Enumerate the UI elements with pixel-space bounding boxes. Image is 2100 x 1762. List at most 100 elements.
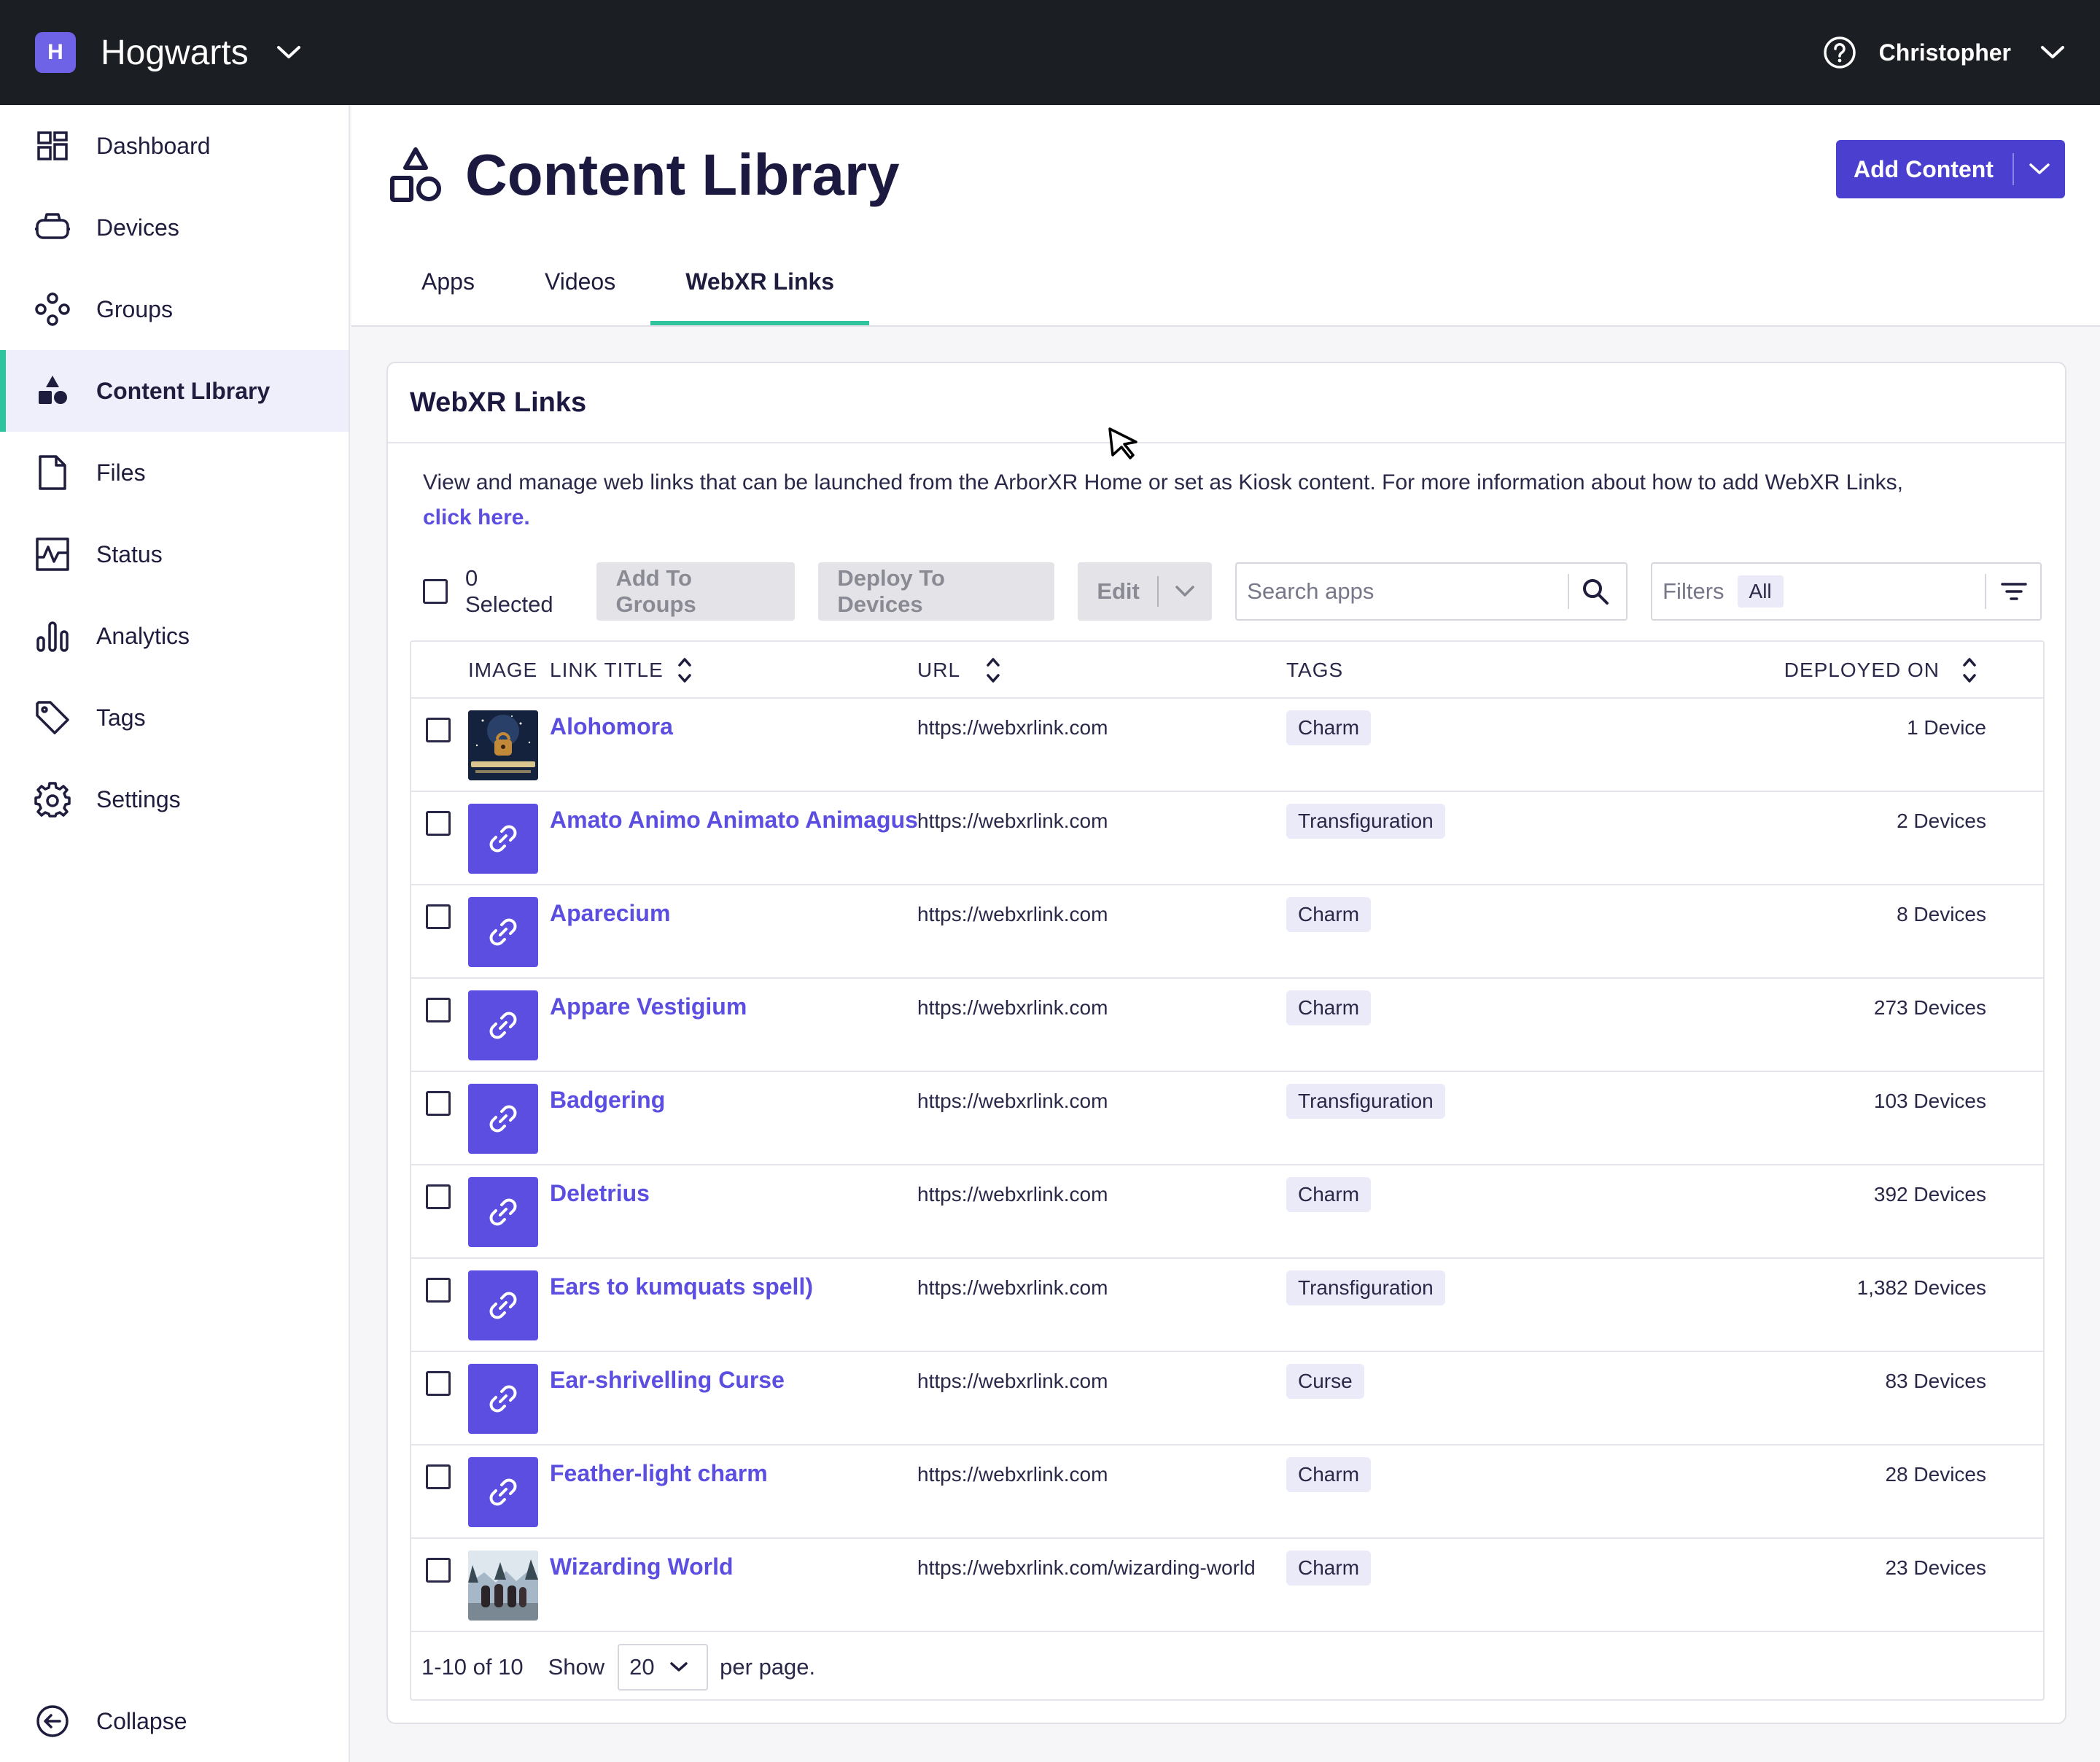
- link-url: https://webxrlink.com: [917, 1183, 1108, 1206]
- help-link[interactable]: click here.: [423, 505, 530, 529]
- row-checkbox[interactable]: [426, 1558, 451, 1583]
- sidebar-item-status[interactable]: Status: [0, 513, 349, 595]
- link-icon: [468, 1270, 538, 1340]
- col-url[interactable]: URL: [917, 642, 1001, 699]
- row-checkbox[interactable]: [426, 1371, 451, 1396]
- row-checkbox[interactable]: [426, 718, 451, 742]
- row-checkbox[interactable]: [426, 811, 451, 836]
- card-title: WebXR Links: [388, 363, 2065, 443]
- tab-videos[interactable]: Videos: [510, 238, 650, 325]
- webxr-links-card: WebXR Links View and manage web links th…: [386, 362, 2066, 1724]
- page-header: Content Library Add Content Apps Videos …: [351, 105, 2100, 327]
- chevron-down-icon[interactable]: [2029, 163, 2050, 176]
- sidebar-item-content-library[interactable]: Content LIbrary: [0, 350, 349, 432]
- deploy-to-devices-button[interactable]: Deploy To Devices: [818, 562, 1055, 621]
- filter-icon[interactable]: [1999, 581, 2029, 602]
- link-title[interactable]: Appare Vestigium: [550, 993, 747, 1020]
- groups-icon: [34, 290, 71, 328]
- link-title[interactable]: Badgering: [550, 1087, 665, 1114]
- org-badge[interactable]: H: [35, 32, 76, 73]
- add-to-groups-button[interactable]: Add To Groups: [596, 562, 796, 621]
- sort-icon[interactable]: [1961, 656, 1978, 685]
- edit-button[interactable]: Edit: [1078, 562, 1213, 621]
- sidebar-item-groups[interactable]: Groups: [0, 268, 349, 350]
- tab-apps[interactable]: Apps: [386, 238, 510, 325]
- shapes-icon: [34, 372, 71, 410]
- link-title[interactable]: Wizarding World: [550, 1553, 734, 1580]
- link-title[interactable]: Alohomora: [550, 713, 673, 740]
- row-checkbox[interactable]: [426, 1278, 451, 1303]
- search-box: [1235, 562, 1628, 621]
- row-checkbox[interactable]: [426, 998, 451, 1022]
- sort-icon[interactable]: [985, 656, 1001, 685]
- tag-badge: Charm: [1286, 710, 1372, 745]
- deployed-count: 1,382 Devices: [1856, 1276, 1986, 1299]
- sidebar-item-analytics[interactable]: Analytics: [0, 595, 349, 677]
- deployed-count: 8 Devices: [1897, 903, 1986, 925]
- sidebar-item-label: Status: [96, 540, 163, 567]
- tag-badge: Charm: [1286, 990, 1372, 1025]
- link-icon: [468, 1457, 538, 1527]
- table-row: Badgering https://webxrlink.com Transfigur…: [411, 1072, 2043, 1165]
- tag-icon: [34, 699, 71, 737]
- tab-webxr-links[interactable]: WebXR Links: [650, 238, 869, 325]
- row-checkbox[interactable]: [426, 1184, 451, 1209]
- tag-badge: Charm: [1286, 897, 1372, 932]
- collapse-button[interactable]: Collapse: [0, 1680, 349, 1762]
- link-url: https://webxrlink.com: [917, 903, 1108, 925]
- row-checkbox[interactable]: [426, 1464, 451, 1489]
- table-body: Alohomora https://webxrlink.com Charm 1 Dev…: [411, 699, 2043, 1632]
- table-row: Ears to kumquats spell) https://webxrlink…: [411, 1259, 2043, 1352]
- col-tags: TAGS: [1286, 659, 1344, 681]
- select-all-checkbox[interactable]: [423, 579, 448, 604]
- sidebar-item-label: Files: [96, 459, 146, 486]
- chevron-down-icon[interactable]: [2040, 45, 2065, 60]
- sidebar-item-devices[interactable]: Devices: [0, 187, 349, 268]
- sidebar-item-label: Analytics: [96, 622, 190, 649]
- col-link-title[interactable]: LINK TITLE: [550, 642, 693, 699]
- search-input[interactable]: [1247, 578, 1568, 605]
- deployed-count: 273 Devices: [1873, 996, 1986, 1019]
- table-row: Feather-light charm https://webxrlink.com…: [411, 1445, 2043, 1539]
- help-icon[interactable]: [1822, 35, 1857, 70]
- deployed-count: 83 Devices: [1885, 1370, 1986, 1392]
- mouse-cursor-icon: [1108, 427, 1138, 459]
- link-title[interactable]: Amato Animo Animato Animagus: [550, 807, 918, 834]
- filters-box[interactable]: Filters All: [1651, 562, 2042, 621]
- tag-badge: Charm: [1286, 1457, 1372, 1492]
- link-title[interactable]: Aparecium: [550, 900, 670, 927]
- link-url: https://webxrlink.com: [917, 810, 1108, 832]
- link-title[interactable]: Feather-light charm: [550, 1460, 768, 1487]
- deployed-count: 392 Devices: [1873, 1183, 1986, 1206]
- link-title[interactable]: Deletrius: [550, 1180, 650, 1207]
- sidebar-item-label: Devices: [96, 214, 179, 241]
- per-page-select[interactable]: 20: [618, 1644, 709, 1691]
- collapse-label: Collapse: [96, 1707, 187, 1734]
- pulse-icon: [34, 535, 71, 573]
- link-url: https://webxrlink.com: [917, 1463, 1108, 1486]
- add-content-button[interactable]: Add Content: [1836, 140, 2065, 198]
- link-url: https://webxrlink.com: [917, 1370, 1108, 1392]
- sidebar-item-tags[interactable]: Tags: [0, 677, 349, 758]
- sidebar-item-settings[interactable]: Settings: [0, 758, 349, 840]
- row-checkbox[interactable]: [426, 904, 451, 929]
- sidebar-item-files[interactable]: Files: [0, 432, 349, 513]
- org-name[interactable]: Hogwarts: [101, 33, 249, 73]
- main-content: Content Library Add Content Apps Videos …: [351, 105, 2100, 1762]
- user-name[interactable]: Christopher: [1879, 39, 2011, 66]
- link-title[interactable]: Ears to kumquats spell): [550, 1273, 813, 1300]
- search-icon[interactable]: [1581, 577, 1610, 606]
- link-title[interactable]: Ear-shrivelling Curse: [550, 1367, 785, 1394]
- filters-label: Filters: [1662, 578, 1724, 604]
- row-checkbox[interactable]: [426, 1091, 451, 1116]
- col-deployed-on[interactable]: DEPLOYED ON: [1784, 642, 1978, 699]
- sidebar: Dashboard Devices Groups Content LIbrary…: [0, 105, 350, 1762]
- col-url-label: URL: [917, 659, 961, 681]
- edit-label: Edit: [1097, 578, 1140, 604]
- description-text: View and manage web links that can be la…: [423, 470, 1903, 494]
- sort-icon[interactable]: [677, 656, 693, 685]
- sidebar-item-dashboard[interactable]: Dashboard: [0, 105, 349, 187]
- pagination-show: Show: [548, 1654, 605, 1680]
- chevron-down-icon[interactable]: [276, 45, 301, 60]
- top-bar: H Hogwarts Christopher: [0, 0, 2100, 105]
